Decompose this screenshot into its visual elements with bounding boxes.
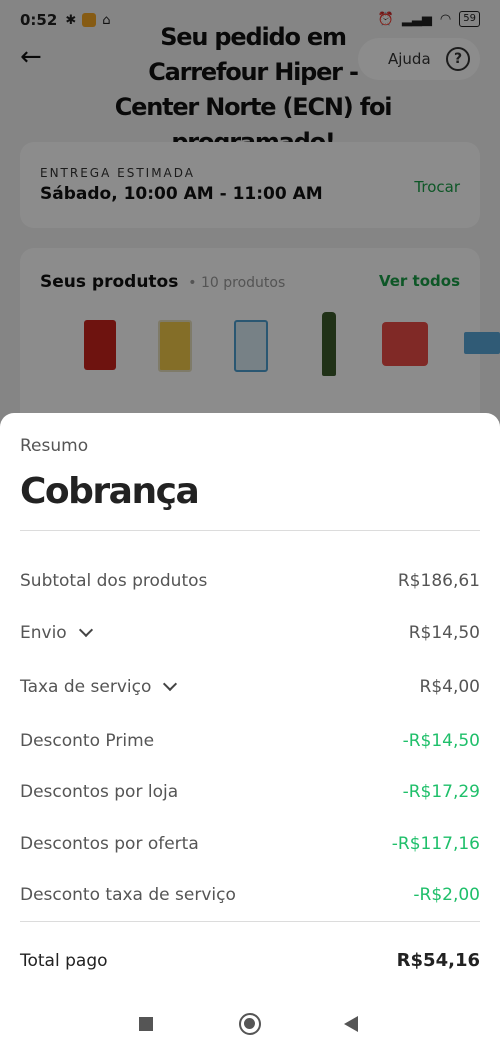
row-value: R$186,61 [397,571,480,591]
row-label: Desconto taxa de serviço [20,885,236,905]
row-label-text: Envio [20,623,67,643]
summary-row-offer-discount: Descontos por oferta -R$117,16 [20,830,480,858]
row-label: Descontos por oferta [20,834,199,854]
back-triangle-icon[interactable] [344,1016,358,1032]
summary-row-store-discount: Descontos por loja -R$17,29 [20,778,480,806]
total-value: R$54,16 [396,950,480,971]
row-label: Desconto Prime [20,731,155,751]
row-label: Taxa de serviço [20,673,178,701]
summary-row-shipping[interactable]: Envio R$14,50 [20,619,480,647]
row-value: -R$17,29 [402,782,480,802]
chevron-down-icon[interactable] [163,676,178,692]
row-value: R$14,50 [408,623,480,643]
sheet-kicker: Resumo [20,436,89,456]
summary-row-service-fee[interactable]: Taxa de serviço R$4,00 [20,673,480,701]
row-value: -R$14,50 [402,731,480,751]
row-value: R$4,00 [419,677,480,697]
billing-sheet: Resumo Cobrança Subtotal dos produtos R$… [0,413,500,1056]
chevron-down-icon[interactable] [78,622,93,638]
home-button-icon[interactable] [239,1013,261,1035]
row-value: -R$2,00 [413,885,480,905]
divider [20,530,480,531]
row-label: Descontos por loja [20,782,179,802]
sheet-title: Cobrança [20,471,200,512]
summary-row-subtotal: Subtotal dos produtos R$186,61 [20,567,480,595]
row-value: -R$117,16 [391,834,480,854]
row-label: Envio [20,619,93,647]
row-label-text: Taxa de serviço [20,677,152,697]
summary-row-service-discount: Desconto taxa de serviço -R$2,00 [20,881,480,909]
row-label: Subtotal dos produtos [20,571,208,591]
recents-icon[interactable] [139,1017,153,1031]
summary-row-prime-discount: Desconto Prime -R$14,50 [20,727,480,755]
divider [20,921,480,922]
system-nav-bar [0,1010,500,1056]
total-label: Total pago [20,951,108,971]
total-paid-row: Total pago R$54,16 [20,946,480,976]
